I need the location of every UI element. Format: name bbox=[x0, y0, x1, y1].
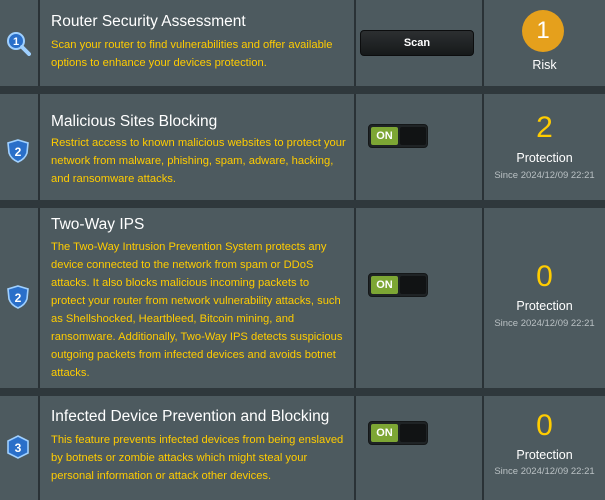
icon-number: 2 bbox=[15, 291, 22, 305]
security-row-malicious-sites: 2 Malicious Sites Blocking Restrict acce… bbox=[0, 94, 605, 200]
row-title: Malicious Sites Blocking bbox=[51, 113, 218, 130]
malicious-sites-toggle[interactable]: ON bbox=[368, 124, 428, 148]
row-description: Restrict access to known malicious websi… bbox=[51, 137, 346, 185]
infected-device-toggle[interactable]: ON bbox=[368, 421, 428, 445]
toggle-knob bbox=[400, 276, 426, 294]
toggle-on-label: ON bbox=[371, 276, 398, 294]
toggle-knob bbox=[400, 424, 426, 442]
status-label: Risk bbox=[532, 58, 557, 72]
since-timestamp: Since 2024/12/09 22:21 bbox=[494, 170, 595, 181]
protection-count: 2 bbox=[536, 111, 553, 144]
row-description: Scan your router to find vulnerabilities… bbox=[51, 39, 333, 69]
two-way-ips-toggle[interactable]: ON bbox=[368, 273, 428, 297]
shield-2-icon: 2 bbox=[7, 139, 29, 163]
icon-number: 1 bbox=[13, 36, 19, 48]
row-description: The Two-Way Intrusion Prevention System … bbox=[51, 241, 343, 379]
security-row-two-way-ips: 2 Two-Way IPS The Two-Way Intrusion Prev… bbox=[0, 208, 605, 388]
shield-2-icon: 2 bbox=[7, 285, 29, 309]
since-timestamp: Since 2024/12/09 22:21 bbox=[494, 318, 595, 329]
since-timestamp: Since 2024/12/09 22:21 bbox=[494, 466, 595, 477]
row-title: Two-Way IPS bbox=[51, 216, 145, 233]
toggle-on-label: ON bbox=[371, 127, 398, 145]
status-label: Protection bbox=[516, 299, 573, 313]
cube-3-icon: 3 bbox=[7, 435, 29, 459]
row-description: This feature prevents infected devices f… bbox=[51, 434, 344, 482]
security-row-infected-device: 3 Infected Device Prevention and Blockin… bbox=[0, 396, 605, 500]
risk-count-badge: 1 bbox=[522, 10, 564, 52]
icon-number: 3 bbox=[15, 441, 22, 455]
security-row-router-assessment: 1 Router Security Assessment Scan your r… bbox=[0, 0, 605, 86]
row-title: Infected Device Prevention and Blocking bbox=[51, 408, 330, 425]
toggle-on-label: ON bbox=[371, 424, 398, 442]
row-title: Router Security Assessment bbox=[51, 13, 246, 30]
toggle-knob bbox=[400, 127, 426, 145]
protection-count: 0 bbox=[536, 260, 553, 293]
magnifier-1-icon: 1 bbox=[7, 32, 31, 56]
protection-count: 0 bbox=[536, 409, 553, 442]
scan-button[interactable]: Scan bbox=[360, 30, 474, 56]
status-label: Protection bbox=[516, 151, 573, 165]
status-label: Protection bbox=[516, 448, 573, 462]
icon-number: 2 bbox=[15, 145, 22, 159]
